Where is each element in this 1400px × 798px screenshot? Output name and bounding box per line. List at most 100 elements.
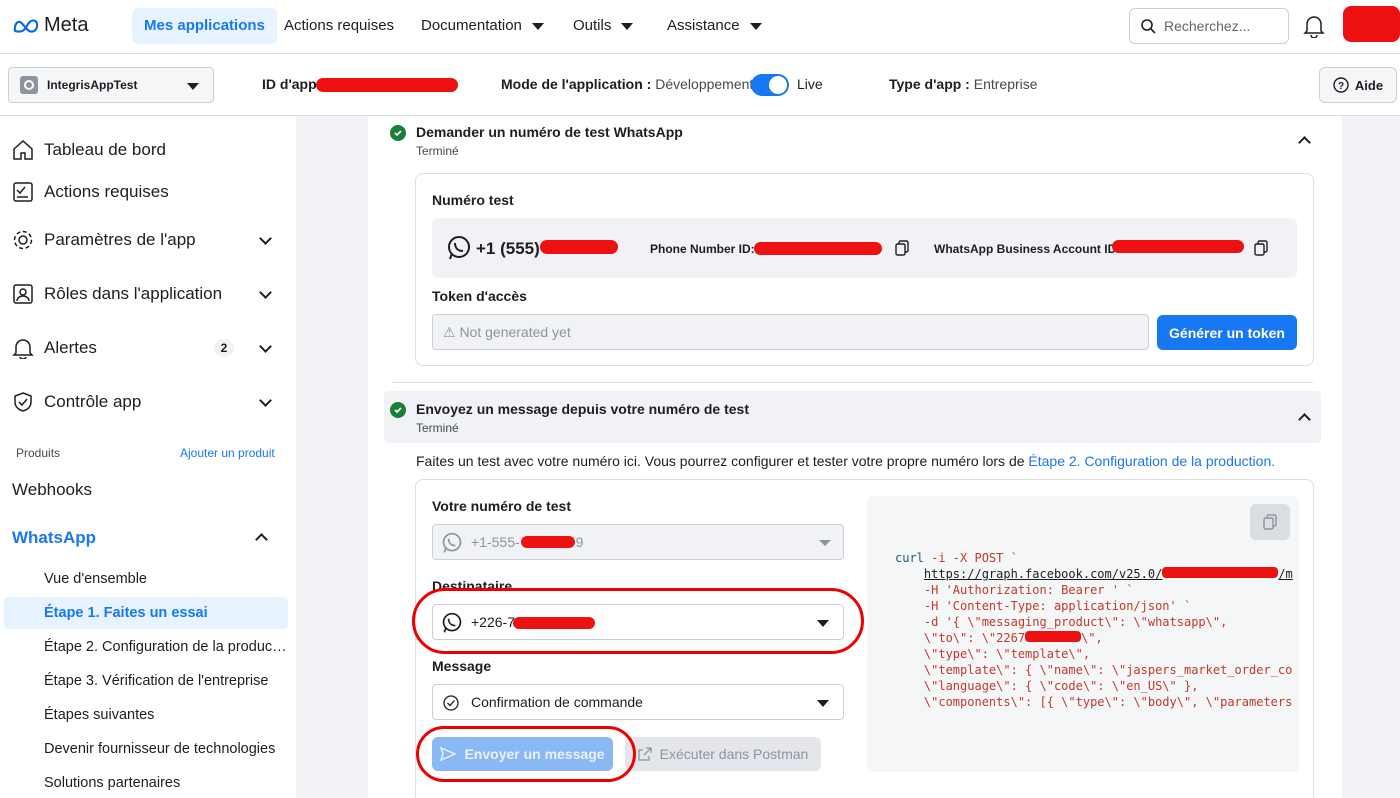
section1-status-check (390, 125, 406, 143)
sidebar-subitem-step2[interactable]: Étape 2. Configuration de la production (4, 631, 288, 663)
sidebar-subitem-tech-provider[interactable]: Devenir fournisseur de technologies (4, 733, 288, 765)
products-heading: Produits (16, 446, 61, 460)
live-mode-toggle[interactable] (751, 74, 789, 96)
profile-avatar-redacted[interactable] (1343, 6, 1400, 42)
waba-id-redacted (1112, 240, 1244, 253)
test-number-info: +1 (555) Phone Number ID: WhatsApp Busin… (432, 218, 1297, 278)
phone-number-id-label: Phone Number ID: (650, 242, 755, 256)
test-number-redacted (520, 536, 575, 548)
nav-tools[interactable]: Outils (561, 8, 645, 44)
setup-card: Demander un numéro de test WhatsApp Term… (368, 116, 1342, 798)
recipient-in-code-redacted (1025, 631, 1082, 642)
test-phone-number: +1 (555) (476, 239, 540, 258)
app-header-bar: IntegrisAppTest ID d'app : Mode de l'app… (0, 54, 1400, 116)
sidebar-item-app-roles[interactable]: Rôles dans l'application (12, 276, 282, 312)
meta-logo[interactable]: Meta (12, 14, 88, 37)
generate-token-button[interactable]: Générer un token (1157, 315, 1297, 350)
nav-required-actions[interactable]: Actions requises (272, 8, 406, 44)
sidebar-subitem-next-steps[interactable]: Étapes suivantes (4, 699, 288, 731)
add-product-link[interactable]: Ajouter un produit (180, 446, 275, 460)
sidebar-item-dashboard[interactable]: Tableau de bord (12, 132, 282, 168)
checklist-icon (13, 182, 33, 202)
alerts-count-badge: 2 (214, 339, 234, 357)
sidebar-item-app-review[interactable]: Contrôle app (12, 384, 282, 420)
section1-title: Demander un numéro de test WhatsApp (416, 124, 683, 140)
section-divider (392, 382, 1313, 383)
mode-live-label: Live (797, 76, 823, 92)
sidebar-subitem-step3[interactable]: Étape 3. Vérification de l'entreprise (4, 665, 288, 697)
chevron-down-icon (259, 286, 272, 299)
shield-check-icon (14, 392, 32, 412)
your-test-number-select[interactable]: +1-555- 9 (432, 524, 844, 560)
nav-my-apps[interactable]: Mes applications (132, 8, 277, 44)
test-number-label: Numéro test (432, 192, 514, 208)
top-navigation: Meta Mes applications Actions requises D… (0, 0, 1400, 54)
sidebar-subitem-overview[interactable]: Vue d'ensemble (4, 563, 288, 595)
help-icon: ? (1333, 77, 1349, 93)
sidebar-item-app-settings[interactable]: Paramètres de l'app (12, 222, 282, 258)
run-in-postman-button[interactable]: Exécuter dans Postman (625, 737, 821, 771)
meta-infinity-icon (13, 18, 39, 33)
section1-status: Terminé (416, 144, 459, 158)
brand-name: Meta (44, 14, 89, 36)
phone-number-id-redacted (754, 242, 882, 255)
step2-link[interactable]: Étape 2. Configuration de la production. (1028, 453, 1275, 469)
section2-status-check (390, 402, 406, 420)
curl-code: curl -i -X POST ` https://graph.facebook… (895, 551, 1293, 709)
section2-header[interactable] (384, 391, 1321, 443)
whatsapp-icon (442, 532, 462, 553)
check-circle-icon (390, 125, 406, 141)
check-circle-outline-icon (443, 695, 459, 711)
your-test-number-label: Votre numéro de test (432, 498, 571, 514)
copy-icon[interactable] (894, 240, 910, 256)
sidebar-item-required-actions[interactable]: Actions requises (12, 174, 282, 210)
app-gear-icon (20, 76, 38, 94)
chevron-down-icon (187, 83, 199, 90)
chevron-up-icon (255, 533, 268, 546)
section2-intro: Faites un test avec votre numéro ici. Vo… (416, 453, 1276, 469)
help-button[interactable]: ? Aide (1319, 67, 1397, 103)
home-icon (13, 139, 33, 160)
message-template-select[interactable]: Confirmation de commande (432, 684, 844, 720)
app-id-redacted (316, 78, 458, 92)
waba-id-label: WhatsApp Business Account ID: (934, 242, 1121, 256)
copy-code-button[interactable] (1250, 504, 1290, 540)
access-token-field[interactable]: ⚠ Not generated yet (432, 314, 1149, 350)
chevron-down-icon (259, 232, 272, 245)
svg-text:?: ? (1338, 81, 1344, 92)
copy-icon[interactable] (1253, 240, 1269, 256)
left-sidebar: Tableau de bord Actions requises Paramèt… (0, 116, 296, 798)
access-token-label: Token d'accès (432, 288, 527, 304)
app-type: Type d'app : Entreprise (889, 76, 1038, 92)
person-badge-icon (13, 284, 33, 304)
section2-title: Envoyez un message depuis votre numéro d… (416, 401, 749, 417)
test-number-panel: Numéro test +1 (555) Phone Number ID: Wh… (415, 173, 1314, 366)
search-input[interactable]: Recherchez... (1129, 8, 1289, 44)
nav-documentation[interactable]: Documentation (409, 8, 556, 44)
notifications-bell-icon[interactable] (1303, 14, 1325, 38)
copy-icon (1263, 514, 1277, 530)
sidebar-item-alerts[interactable]: Alertes 2 (12, 330, 282, 366)
whatsapp-icon (448, 236, 470, 260)
external-link-icon (638, 747, 652, 761)
send-message-panel: Votre numéro de test +1-555- 9 Destinata… (412, 479, 1314, 798)
section1-collapse-icon[interactable] (1298, 136, 1311, 149)
nav-support[interactable]: Assistance (655, 8, 774, 44)
phone-number-redacted (540, 240, 618, 254)
chevron-down-icon (817, 700, 829, 707)
bell-icon (12, 339, 34, 359)
annotation-circle-send (416, 726, 636, 782)
app-selector[interactable]: IntegrisAppTest (8, 67, 214, 103)
sidebar-subitem-partner-solutions[interactable]: Solutions partenaires (4, 767, 288, 798)
section2-status: Terminé (416, 421, 459, 435)
waba-in-url-redacted (1162, 567, 1279, 578)
chevron-down-icon (259, 394, 272, 407)
sidebar-subitem-step1[interactable]: Étape 1. Faites un essai (4, 597, 288, 629)
message-label: Message (432, 658, 492, 674)
search-icon (1141, 19, 1156, 34)
sidebar-item-webhooks[interactable]: Webhooks (12, 480, 92, 500)
curl-code-block: curl -i -X POST ` https://graph.facebook… (867, 496, 1299, 772)
sidebar-item-whatsapp[interactable]: WhatsApp (12, 528, 282, 548)
app-mode: Mode de l'application : Développement (501, 76, 754, 92)
chevron-down-icon (621, 22, 634, 30)
